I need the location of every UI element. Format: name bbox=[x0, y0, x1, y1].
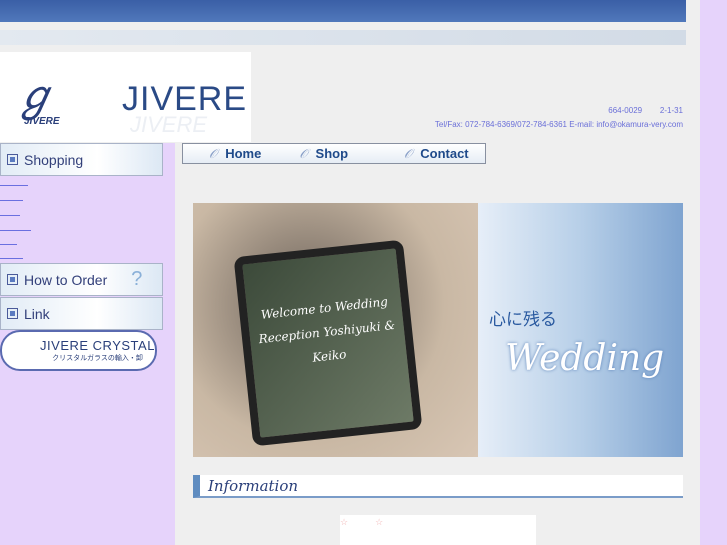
question-icon: ? bbox=[131, 268, 143, 290]
ring-icon: 𝒪 bbox=[299, 145, 308, 161]
tel-fax: Tel/Fax: 072-784-6369/072-784-6361 bbox=[434, 120, 567, 129]
square-bullet-icon bbox=[7, 274, 18, 285]
information-heading: Information bbox=[193, 475, 683, 498]
sidebar-how-to-order[interactable]: How to Order? bbox=[0, 263, 163, 296]
shop-link[interactable] bbox=[0, 258, 23, 259]
top-bar bbox=[0, 0, 686, 22]
postal-code: 664-0029 bbox=[608, 106, 643, 115]
logo[interactable]: ℊ JIVERE JIVERE JIVERE bbox=[0, 52, 251, 142]
wedding-title: Wedding bbox=[505, 338, 665, 379]
shop-link[interactable] bbox=[0, 200, 23, 201]
contact-info: 664-0029 2-1-31 Tel/Fax: 072-784-6369/07… bbox=[435, 104, 683, 132]
shop-link[interactable] bbox=[0, 244, 17, 245]
email-label: E-mail: bbox=[569, 120, 595, 129]
jivere-crystal-banner[interactable]: JIVERE CRYSTAL クリスタルガラスの輸入・卸 bbox=[0, 330, 157, 371]
crystal-subtitle: クリスタルガラスの輸入・卸 bbox=[52, 355, 143, 362]
sub-bar bbox=[0, 30, 686, 45]
nav-contact[interactable]: 𝒪 Contact bbox=[404, 146, 469, 162]
address: 2-1-31 bbox=[659, 106, 683, 115]
info-box: ☆ ☆ bbox=[340, 515, 536, 545]
square-bullet-icon bbox=[7, 154, 18, 165]
ring-icon: 𝒪 bbox=[209, 145, 218, 161]
star-icon: ☆ ☆ bbox=[340, 517, 384, 527]
top-nav: 𝒪 Home 𝒪 Shop 𝒪 Contact bbox=[182, 143, 486, 164]
sidebar-shopping[interactable]: Shopping bbox=[0, 143, 163, 176]
sidebar-link[interactable]: Link bbox=[0, 297, 163, 330]
sidebar-label: Link bbox=[24, 305, 50, 322]
sidebar-label: How to Order bbox=[24, 271, 108, 288]
sign-text: Welcome to Wedding Reception Yoshiyuki &… bbox=[257, 294, 396, 365]
shop-link[interactable] bbox=[0, 230, 31, 231]
nav-label: Home bbox=[225, 146, 262, 161]
heading-text: Information bbox=[208, 477, 299, 495]
sidebar-label: Shopping bbox=[24, 151, 84, 168]
nav-home[interactable]: 𝒪 Home bbox=[209, 146, 261, 162]
welcome-sign: Welcome to Wedding Reception Yoshiyuki &… bbox=[233, 239, 423, 447]
right-strip bbox=[700, 0, 727, 545]
shop-link[interactable] bbox=[0, 215, 20, 216]
nav-label: Shop bbox=[315, 146, 349, 161]
hero-banner: Welcome to Wedding Reception Yoshiyuki &… bbox=[193, 203, 683, 457]
ring-icon: 𝒪 bbox=[404, 145, 413, 161]
email-link[interactable]: info@okamura-very.com bbox=[596, 120, 683, 129]
wings-logo-icon: ℊ bbox=[14, 71, 57, 120]
nav-label: Contact bbox=[420, 146, 469, 161]
shop-link[interactable] bbox=[0, 185, 28, 186]
tagline: 心に残る bbox=[489, 310, 557, 329]
logo-sub: JIVERE bbox=[24, 116, 60, 127]
crystal-title: JIVERE CRYSTAL bbox=[40, 338, 155, 353]
logo-text: JIVERE bbox=[122, 80, 248, 118]
blue-panel bbox=[478, 203, 683, 457]
square-bullet-icon bbox=[7, 308, 18, 319]
nav-shop[interactable]: 𝒪 Shop bbox=[299, 146, 348, 162]
